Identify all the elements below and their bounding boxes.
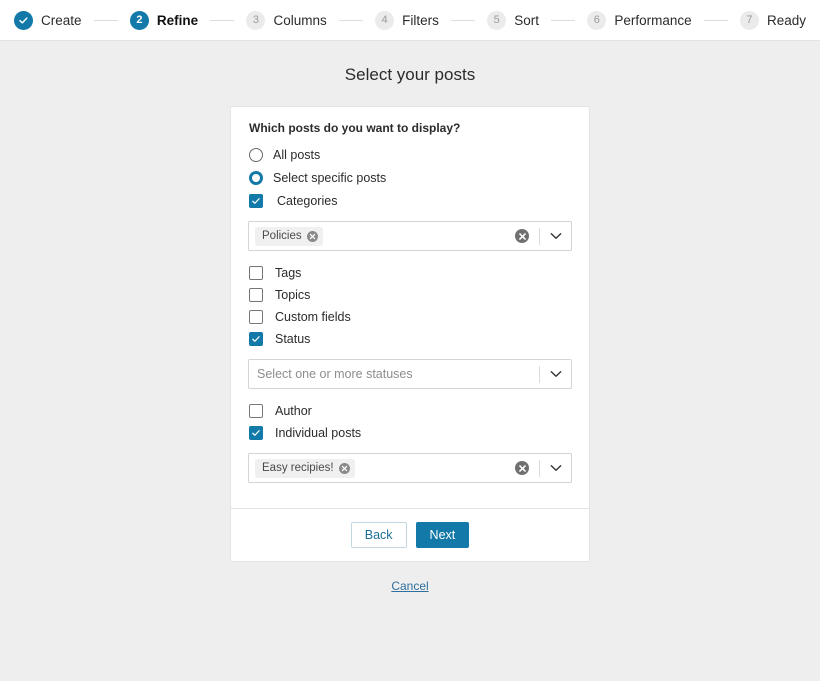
checkbox-author[interactable]: Author — [248, 400, 572, 421]
page-content: Select your posts Which posts do you wan… — [0, 41, 820, 595]
checkbox-status-label: Status — [275, 332, 310, 346]
select-posts-card: Which posts do you want to display? All … — [230, 106, 590, 562]
checkbox-custom-fields[interactable]: Custom fields — [248, 306, 572, 327]
step-filters-label: Filters — [402, 13, 439, 28]
checkbox-author-control[interactable] — [249, 404, 263, 418]
back-button[interactable]: Back — [351, 522, 407, 548]
chip-post-label: Easy recipies! — [262, 462, 334, 474]
cancel-wrapper: Cancel — [0, 577, 820, 595]
checkbox-tags[interactable]: Tags — [248, 262, 572, 283]
checkbox-topics[interactable]: Topics — [248, 284, 572, 305]
step-filters-number: 4 — [375, 11, 394, 30]
checkbox-status-control[interactable] — [249, 332, 263, 346]
checkbox-categories-control[interactable] — [249, 194, 263, 208]
step-sort-number: 5 — [487, 11, 506, 30]
card-body: Which posts do you want to display? All … — [231, 107, 589, 508]
step-performance-label: Performance — [614, 13, 691, 28]
step-performance-number: 6 — [587, 11, 606, 30]
step-ready-number: 7 — [740, 11, 759, 30]
step-refine[interactable]: 2 Refine — [130, 11, 198, 30]
step-columns-number: 3 — [246, 11, 265, 30]
chip-remove-icon[interactable] — [307, 231, 318, 242]
checkbox-individual-posts[interactable]: Individual posts — [248, 422, 572, 443]
step-create-check-icon — [14, 11, 33, 30]
checkbox-status[interactable]: Status — [248, 328, 572, 349]
individual-posts-clear-icon[interactable] — [515, 461, 529, 475]
chip-category[interactable]: Policies — [255, 227, 323, 246]
checkbox-custom-fields-label: Custom fields — [275, 310, 351, 324]
step-ready[interactable]: 7 Ready — [740, 11, 806, 30]
step-connector — [704, 20, 728, 21]
step-create[interactable]: Create — [14, 11, 82, 30]
categories-select[interactable]: Policies — [248, 221, 572, 251]
checkbox-individual-posts-control[interactable] — [249, 426, 263, 440]
checkbox-categories[interactable]: Categories — [248, 190, 572, 211]
chip-remove-icon[interactable] — [339, 463, 350, 474]
step-connector — [339, 20, 363, 21]
checkbox-individual-posts-label: Individual posts — [275, 426, 361, 440]
status-select[interactable]: Select one or more statuses — [248, 359, 572, 389]
step-connector — [451, 20, 475, 21]
step-connector — [94, 20, 118, 21]
categories-select-values: Policies — [255, 227, 515, 246]
step-filters[interactable]: 4 Filters — [375, 11, 439, 30]
individual-posts-select[interactable]: Easy recipies! — [248, 453, 572, 483]
status-select-values: Select one or more statuses — [255, 367, 539, 381]
step-columns[interactable]: 3 Columns — [246, 11, 326, 30]
checkbox-custom-fields-control[interactable] — [249, 310, 263, 324]
individual-posts-chevron-down-icon[interactable] — [540, 464, 571, 472]
form-question: Which posts do you want to display? — [249, 121, 572, 135]
step-refine-label: Refine — [157, 13, 198, 28]
individual-posts-select-values: Easy recipies! — [255, 459, 515, 478]
cancel-link[interactable]: Cancel — [391, 579, 428, 593]
card-footer: Back Next — [231, 508, 589, 561]
step-sort-label: Sort — [514, 13, 539, 28]
step-connector — [210, 20, 234, 21]
checkbox-topics-control[interactable] — [249, 288, 263, 302]
checkbox-categories-label: Categories — [277, 194, 337, 208]
step-refine-number: 2 — [130, 11, 149, 30]
checkbox-tags-control[interactable] — [249, 266, 263, 280]
wizard-stepper: Create 2 Refine 3 Columns 4 Filters 5 So… — [0, 0, 820, 41]
step-connector — [551, 20, 575, 21]
checkbox-author-label: Author — [275, 404, 312, 418]
chip-post[interactable]: Easy recipies! — [255, 459, 355, 478]
step-ready-label: Ready — [767, 13, 806, 28]
radio-select-specific-posts-control[interactable] — [249, 171, 263, 185]
status-select-placeholder: Select one or more statuses — [255, 367, 413, 381]
page-title: Select your posts — [0, 65, 820, 85]
step-columns-label: Columns — [273, 13, 326, 28]
categories-clear-icon[interactable] — [515, 229, 529, 243]
radio-all-posts-control[interactable] — [249, 148, 263, 162]
checkbox-tags-label: Tags — [275, 266, 301, 280]
radio-select-specific-posts[interactable]: Select specific posts — [248, 167, 572, 188]
step-performance[interactable]: 6 Performance — [587, 11, 691, 30]
radio-all-posts-label: All posts — [273, 148, 320, 162]
chip-category-label: Policies — [262, 230, 302, 242]
radio-select-specific-posts-label: Select specific posts — [273, 171, 386, 185]
categories-chevron-down-icon[interactable] — [540, 232, 571, 240]
checkbox-topics-label: Topics — [275, 288, 310, 302]
status-chevron-down-icon[interactable] — [540, 370, 571, 378]
step-create-label: Create — [41, 13, 82, 28]
next-button[interactable]: Next — [416, 522, 470, 548]
radio-all-posts[interactable]: All posts — [248, 144, 572, 165]
step-sort[interactable]: 5 Sort — [487, 11, 539, 30]
